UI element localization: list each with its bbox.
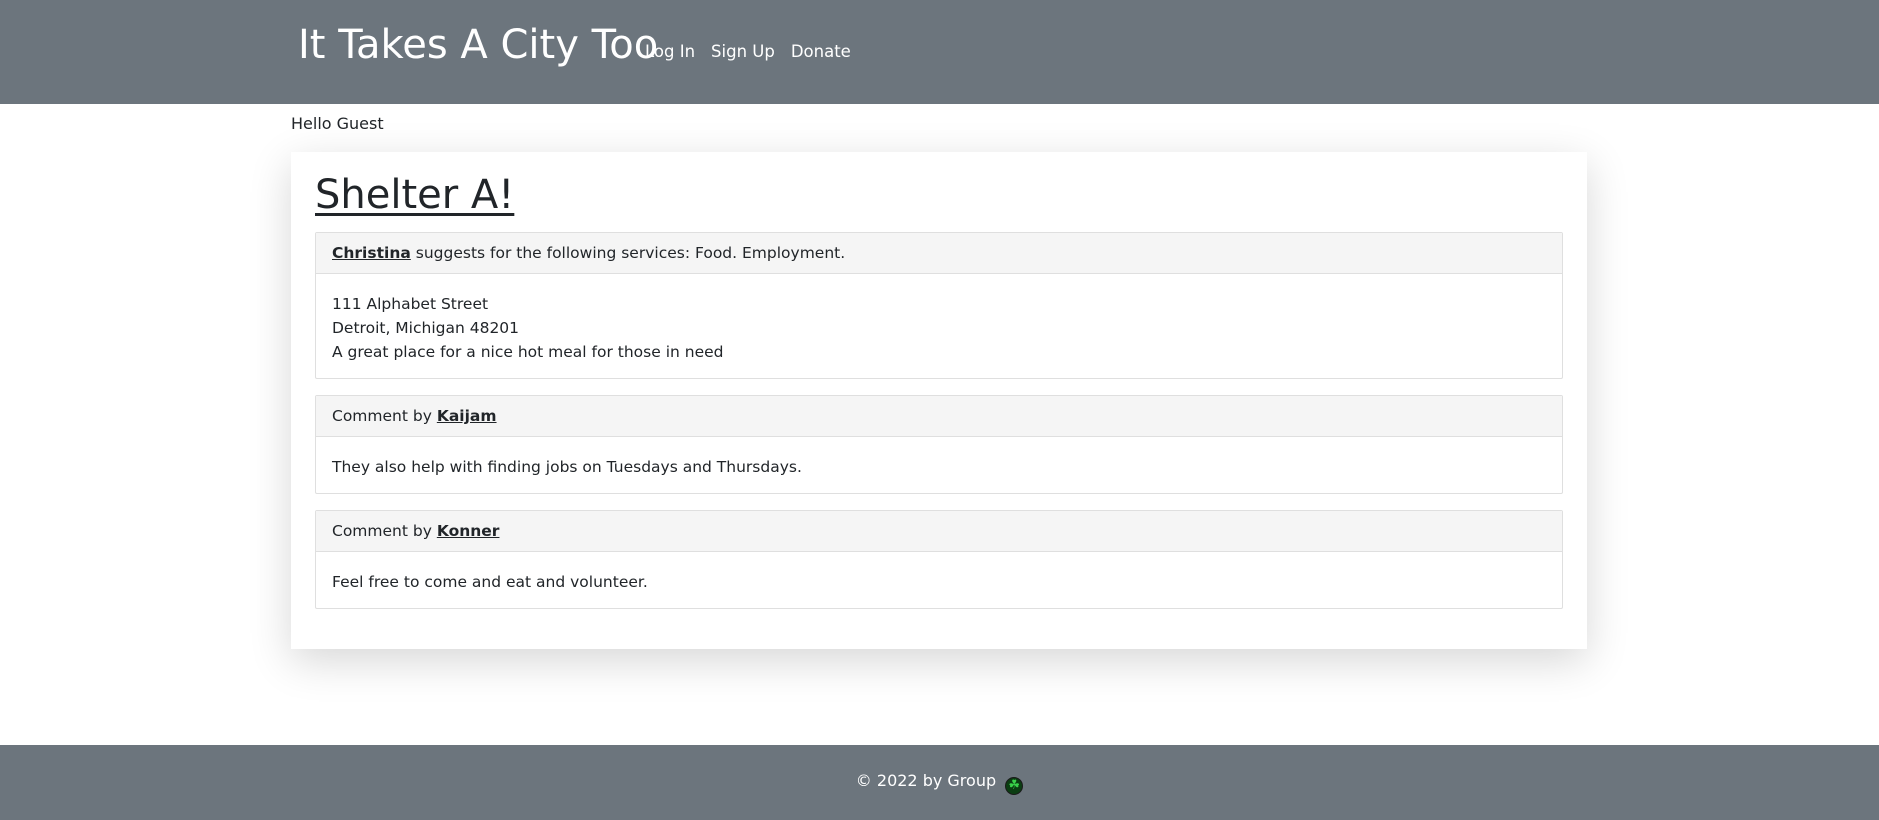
comment-body: They also help with finding jobs on Tues… [316,437,1562,479]
comment-user-link[interactable]: Kaijam [437,407,497,425]
address-line-1: 111 Alphabet Street [332,295,489,313]
shelter-description: A great place for a nice hot meal for th… [332,343,724,361]
comment-panel: Comment by Konner Feel free to come and … [315,510,1563,609]
suggester-user-link[interactable]: Christina [332,244,411,262]
comment-text: They also help with finding jobs on Tues… [332,458,802,476]
comment-header: Comment by Kaijam [316,396,1562,437]
suggestion-body: 111 Alphabet Street Detroit, Michigan 48… [316,274,1562,364]
nav-links: Log In Sign Up Donate [645,42,851,61]
brand-link[interactable]: It Takes A City Too [298,22,658,68]
comment-body: Feel free to come and eat and volunteer. [316,552,1562,594]
comment-prefix: Comment by [332,522,432,540]
suggestion-text: suggests for the following services: Foo… [415,244,846,262]
address-line-2: Detroit, Michigan 48201 [332,319,520,337]
comment-header: Comment by Konner [316,511,1562,552]
suggestion-header: Christina suggests for the following ser… [316,233,1562,274]
top-navbar: It Takes A City Too Log In Sign Up Donat… [0,0,1879,104]
comment-panel: Comment by Kaijam They also help with fi… [315,395,1563,494]
footer-text-row: © 2022 by Group ☘ [0,771,1879,795]
login-link[interactable]: Log In [645,42,695,61]
comment-prefix: Comment by [332,407,432,425]
signup-link[interactable]: Sign Up [711,42,775,61]
clover-icon: ☘ [1005,777,1024,795]
shelter-title-link[interactable]: Shelter A! [315,172,514,218]
greeting-text: Hello Guest [291,114,384,133]
comment-user-link[interactable]: Konner [437,522,500,540]
donate-link[interactable]: Donate [791,42,851,61]
suggestion-panel: Christina suggests for the following ser… [315,232,1563,379]
shelter-card: Shelter A! Christina suggests for the fo… [291,152,1587,649]
copyright-text: © 2022 by Group [855,771,997,790]
page-footer: © 2022 by Group ☘ [0,745,1879,820]
comment-text: Feel free to come and eat and volunteer. [332,573,648,591]
